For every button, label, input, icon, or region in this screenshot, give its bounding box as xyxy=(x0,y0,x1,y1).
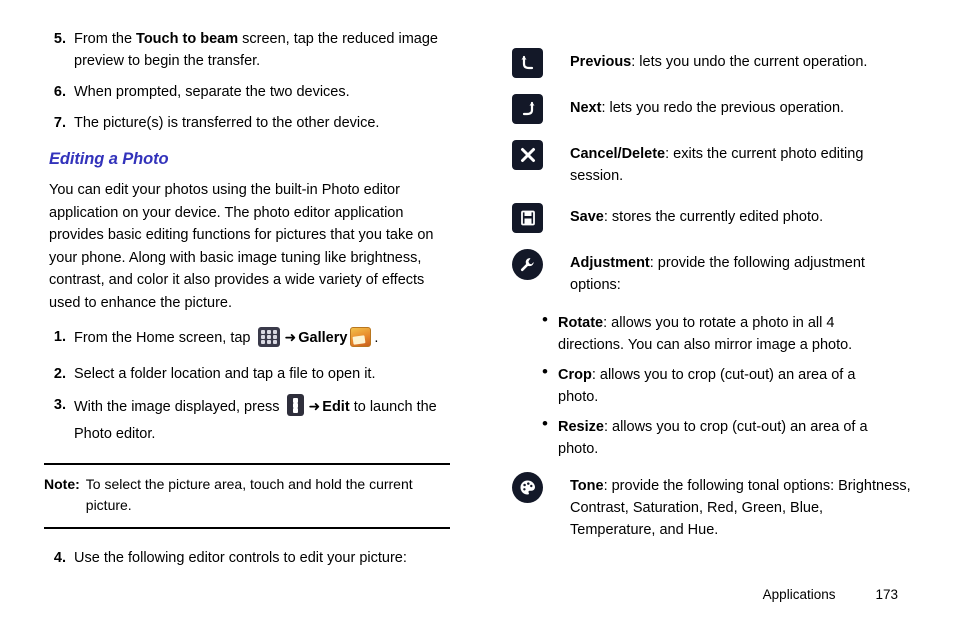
control-row-adjustment: Adjustment: provide the following adjust… xyxy=(512,249,912,296)
list-item: 5. From the Touch to beam screen, tap th… xyxy=(44,28,454,72)
icon-wrapper xyxy=(512,48,550,78)
body-paragraph: You can edit your photos using the built… xyxy=(49,182,434,311)
bullet-title: Rotate xyxy=(558,315,604,331)
control-description: Next: lets you redo the previous operati… xyxy=(570,94,912,119)
page-footer: Applications 173 xyxy=(763,587,898,602)
step-text-prefix: With the image displayed, press xyxy=(74,399,284,415)
icon-wrapper xyxy=(512,203,550,233)
footer-section: Applications xyxy=(762,587,836,602)
document-page: 5. From the Touch to beam screen, tap th… xyxy=(0,0,954,636)
control-row-next: Next: lets you redo the previous operati… xyxy=(512,94,912,124)
adjustment-wrench-icon xyxy=(512,249,543,280)
icon-wrapper xyxy=(512,94,550,124)
control-desc-text: : stores the currently edited photo. xyxy=(603,209,824,225)
control-desc-text: : lets you redo the previous operation. xyxy=(601,100,845,116)
step-text: With the image displayed, press ➜ Edit to… xyxy=(74,394,454,445)
tone-palette-icon xyxy=(512,472,543,503)
control-title: Cancel/Delete xyxy=(570,146,666,162)
list-item: 6. When prompted, separate the two devic… xyxy=(44,81,454,103)
control-title: Adjustment xyxy=(570,255,650,271)
step-text: Use the following editor controls to edi… xyxy=(74,550,407,566)
control-row-previous: Previous: lets you undo the current oper… xyxy=(512,48,912,78)
step-number: 5. xyxy=(53,31,66,47)
steps-mid-list: 1. From the Home screen, tap ➜ Gallery. 2… xyxy=(44,326,454,445)
step-text-suffix: . xyxy=(374,330,379,346)
control-title: Save xyxy=(570,209,604,225)
step-text: Select a folder location and tap a file … xyxy=(74,366,376,382)
step-number: 6. xyxy=(53,84,66,100)
note-text: To select the picture area, touch and ho… xyxy=(85,476,413,513)
list-item: 4. Use the following editor controls to … xyxy=(44,547,454,569)
adjustment-bullet-list: • Rotate: allows you to rotate a photo i… xyxy=(542,310,882,460)
left-column: 5. From the Touch to beam screen, tap th… xyxy=(44,28,454,578)
step-number: 1. xyxy=(53,329,66,345)
step-text: From the Home screen, tap ➜ Gallery. xyxy=(74,326,454,354)
icon-wrapper xyxy=(512,472,550,503)
overflow-menu-icon xyxy=(286,394,304,423)
list-item: 7. The picture(s) is transferred to the … xyxy=(44,112,454,134)
list-item: 2. Select a folder location and tap a fi… xyxy=(44,363,454,385)
steps-after-note-list: 4. Use the following editor controls to … xyxy=(44,547,454,569)
step-number: 2. xyxy=(53,366,66,382)
bullet-dot-icon: • xyxy=(542,414,548,433)
control-desc-text: : provide the following tonal options: B… xyxy=(570,478,911,538)
gallery-icon xyxy=(350,327,372,354)
list-item: • Resize: allows you to crop (cut-out) a… xyxy=(542,414,882,460)
control-row-tone: Tone: provide the following tonal option… xyxy=(512,472,912,541)
undo-arrow-icon xyxy=(512,48,543,78)
bullet-text: Crop: allows you to crop (cut-out) an ar… xyxy=(558,364,882,408)
step-number: 7. xyxy=(53,115,66,131)
control-description: Cancel/Delete: exits the current photo e… xyxy=(570,140,912,187)
step-text: The picture(s) is transferred to the oth… xyxy=(74,115,380,131)
apps-grid-icon xyxy=(257,327,280,354)
control-title: Tone xyxy=(570,478,604,494)
save-floppy-icon xyxy=(512,203,543,233)
note-label: Note: xyxy=(44,476,80,492)
step-number: 3. xyxy=(53,397,66,413)
list-item: 3. With the image displayed, press ➜ Edit… xyxy=(44,394,454,445)
section-heading: Editing a Photo xyxy=(49,150,169,168)
control-row-cancel-delete: Cancel/Delete: exits the current photo e… xyxy=(512,140,912,187)
control-description: Previous: lets you undo the current oper… xyxy=(570,48,912,73)
bullet-desc: : allows you to crop (cut-out) an area o… xyxy=(558,419,868,457)
control-desc-text: : lets you undo the current operation. xyxy=(631,54,868,70)
redo-arrow-icon xyxy=(512,94,543,124)
step-text-bold: Gallery xyxy=(298,330,348,346)
note-box: Note: To select the picture area, touch … xyxy=(44,463,450,529)
bullet-dot-icon: • xyxy=(542,362,548,381)
control-description: Adjustment: provide the following adjust… xyxy=(570,249,912,296)
bullet-title: Resize xyxy=(558,419,604,435)
control-description: Save: stores the currently edited photo. xyxy=(570,203,912,228)
bullet-title: Crop xyxy=(558,367,592,383)
steps-top-list: 5. From the Touch to beam screen, tap th… xyxy=(44,28,454,134)
control-row-save: Save: stores the currently edited photo. xyxy=(512,203,912,233)
control-title: Previous xyxy=(570,54,632,70)
list-item: 1. From the Home screen, tap ➜ Gallery. xyxy=(44,326,454,354)
bullet-text: Rotate: allows you to rotate a photo in … xyxy=(558,312,882,356)
list-item: • Rotate: allows you to rotate a photo i… xyxy=(542,310,882,356)
footer-page-number: 173 xyxy=(875,587,898,602)
close-x-icon xyxy=(512,140,543,170)
control-title: Next xyxy=(570,100,602,116)
arrow-right-icon: ➜ xyxy=(284,329,297,345)
bullet-dot-icon: • xyxy=(542,310,548,329)
bullet-text: Resize: allows you to crop (cut-out) an … xyxy=(558,416,882,460)
step-text: When prompted, separate the two devices. xyxy=(74,84,350,100)
step-text-prefix: From the Home screen, tap xyxy=(74,330,255,346)
right-column: Previous: lets you undo the current oper… xyxy=(512,48,912,557)
arrow-right-icon: ➜ xyxy=(308,398,321,414)
icon-wrapper xyxy=(512,140,550,170)
control-description: Tone: provide the following tonal option… xyxy=(570,472,912,541)
note-row: Note: To select the picture area, touch … xyxy=(44,474,450,516)
bullet-desc: : allows you to crop (cut-out) an area o… xyxy=(558,367,856,405)
step-text-bold: Edit xyxy=(322,399,350,415)
list-item: • Crop: allows you to crop (cut-out) an … xyxy=(542,362,882,408)
icon-wrapper xyxy=(512,249,550,280)
step-text: From the Touch to beam screen, tap the r… xyxy=(74,31,438,69)
bullet-desc: : allows you to rotate a photo in all 4 … xyxy=(558,315,853,353)
step-number: 4. xyxy=(53,550,66,566)
